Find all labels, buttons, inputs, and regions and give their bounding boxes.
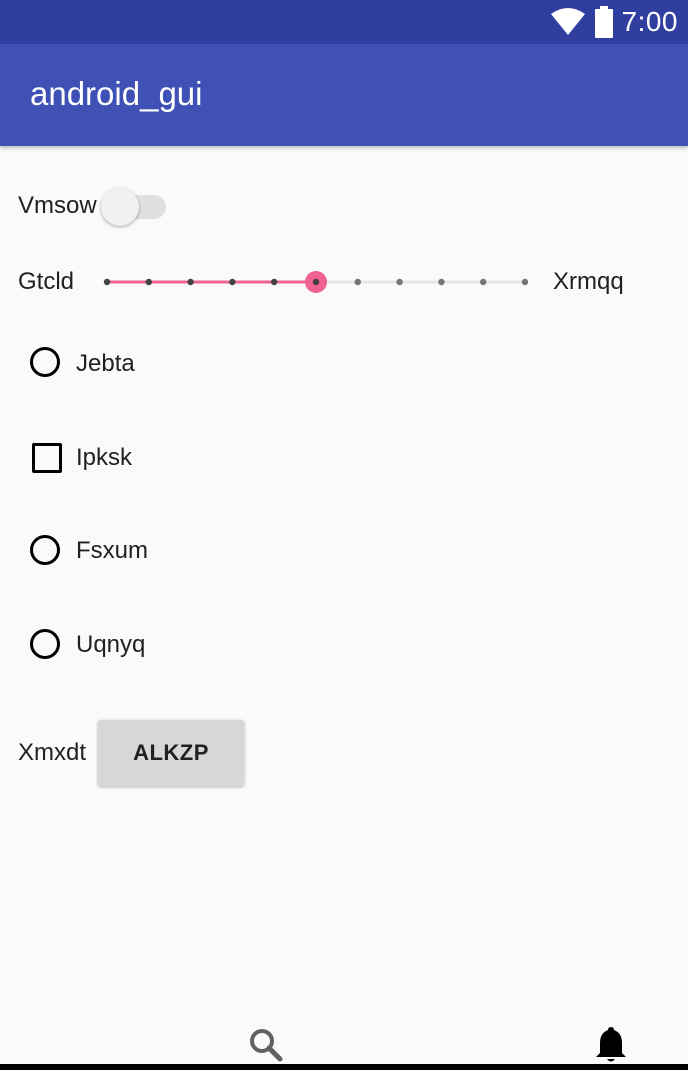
radio-circle[interactable] [30,347,60,377]
wifi-icon [550,8,585,35]
button-row-label: Xmxdt [18,739,87,766]
status-bar: 7:00 [0,0,688,44]
slider-tick [396,278,403,286]
slider-thumb-dot [312,278,320,286]
slider-start-label: Gtcld [18,268,75,295]
app-title: android_gui [30,75,203,112]
slider-track[interactable] [100,266,536,298]
radio-label: Fsxum [76,537,148,564]
radio-label: Uqnyq [76,631,146,658]
slider-tick [229,278,236,286]
bottom-divider [0,1064,688,1070]
radio-label: Jebta [76,350,135,377]
status-icons: 7:00 [550,0,679,44]
bottom-nav [0,1012,688,1070]
slider-tick [438,278,445,286]
radio-circle[interactable] [30,629,60,659]
slider-tick [187,278,194,286]
switch-label: Vmsow [18,192,97,219]
slider-tick [354,278,361,286]
slider-tick [521,278,529,286]
switch-thumb[interactable] [101,188,139,226]
alkzp-button[interactable]: ALKZP [98,720,244,786]
slider-tick [145,278,152,286]
slider-end-label: Xrmqq [553,268,624,295]
slider-tick [103,278,111,286]
app-bar: android_gui [0,44,688,146]
checkbox-label: Ipksk [76,444,133,471]
slider-tick [271,278,278,286]
slider-tick [480,278,487,286]
discrete-slider[interactable] [100,266,536,298]
battery-icon [594,6,613,38]
checkbox-box[interactable] [32,443,62,473]
status-time: 7:00 [621,6,678,37]
bell-icon[interactable] [595,1026,627,1064]
search-icon[interactable] [249,1028,283,1062]
radio-circle[interactable] [30,535,60,565]
